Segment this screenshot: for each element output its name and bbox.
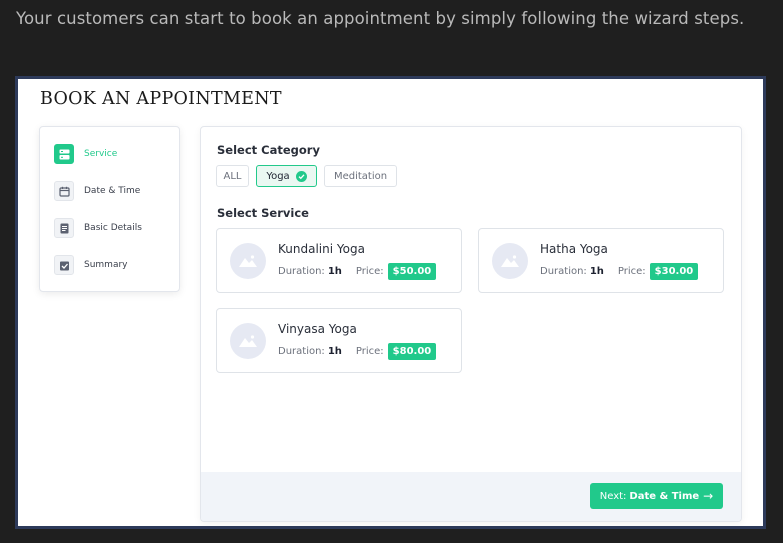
summary-icon — [54, 255, 74, 275]
step-service[interactable]: Service — [54, 143, 117, 165]
next-prefix: Next: — [599, 490, 627, 502]
image-placeholder-icon — [492, 243, 528, 279]
image-placeholder-icon — [230, 323, 266, 359]
booking-widget: BOOK AN APPOINTMENT Service Date & Time … — [18, 79, 763, 526]
select-service-label: Select Service — [217, 206, 309, 220]
next-step-label: Date & Time — [629, 490, 700, 502]
panel-footer: Next: Date & Time → — [201, 472, 741, 521]
check-circle-icon — [295, 170, 307, 182]
duration-label: Duration: — [278, 266, 325, 277]
screenshot-frame: BOOK AN APPOINTMENT Service Date & Time … — [15, 76, 766, 529]
price-label: Price: — [617, 266, 646, 277]
duration-label: Duration: — [278, 346, 325, 357]
duration-value: 1h — [327, 346, 342, 357]
step-basic-details[interactable]: Basic Details — [54, 217, 142, 239]
chip-label: ALL — [223, 170, 242, 182]
chip-label: Yoga — [266, 170, 290, 182]
calendar-icon — [54, 181, 74, 201]
service-card-hatha-yoga[interactable]: Hatha Yoga Duration: 1h Price: $30.00 — [478, 228, 724, 293]
page-title: BOOK AN APPOINTMENT — [40, 89, 282, 109]
step-label: Service — [84, 149, 118, 159]
service-icon — [54, 144, 74, 164]
category-chip-yoga[interactable]: Yoga — [256, 165, 317, 187]
category-chip-all[interactable]: ALL — [216, 165, 249, 187]
service-name: Hatha Yoga — [540, 242, 608, 256]
price-label: Price: — [355, 346, 384, 357]
service-panel: Select Category ALL Yoga Meditation Sele… — [200, 126, 742, 522]
price-badge: $30.00 — [649, 263, 699, 280]
step-label: Date & Time — [84, 186, 141, 196]
service-meta: Duration: 1h Price: $80.00 — [278, 343, 437, 360]
service-card-vinyasa-yoga[interactable]: Vinyasa Yoga Duration: 1h Price: $80.00 — [216, 308, 462, 373]
duration-value: 1h — [589, 266, 604, 277]
chip-label: Meditation — [333, 170, 388, 182]
service-meta: Duration: 1h Price: $50.00 — [278, 263, 437, 280]
service-card-kundalini-yoga[interactable]: Kundalini Yoga Duration: 1h Price: $50.0… — [216, 228, 462, 293]
price-badge: $50.00 — [387, 263, 437, 280]
next-step-button[interactable]: Next: Date & Time → — [590, 483, 723, 509]
service-name: Kundalini Yoga — [278, 242, 365, 256]
category-chip-meditation[interactable]: Meditation — [324, 165, 397, 187]
select-category-label: Select Category — [217, 143, 320, 157]
service-name: Vinyasa Yoga — [278, 322, 357, 336]
details-icon — [54, 218, 74, 238]
service-meta: Duration: 1h Price: $30.00 — [540, 263, 699, 280]
step-date-time[interactable]: Date & Time — [54, 180, 140, 202]
step-label: Summary — [84, 260, 128, 270]
duration-value: 1h — [327, 266, 342, 277]
wizard-stepper: Service Date & Time Basic Details Summar… — [39, 126, 180, 292]
image-placeholder-icon — [230, 243, 266, 279]
duration-label: Duration: — [540, 266, 587, 277]
price-label: Price: — [355, 266, 384, 277]
step-label: Basic Details — [84, 223, 142, 233]
step-summary[interactable]: Summary — [54, 254, 128, 276]
price-badge: $80.00 — [387, 343, 437, 360]
arrow-right-icon: → — [703, 489, 714, 503]
intro-text: Your customers can start to book an appo… — [16, 9, 745, 28]
